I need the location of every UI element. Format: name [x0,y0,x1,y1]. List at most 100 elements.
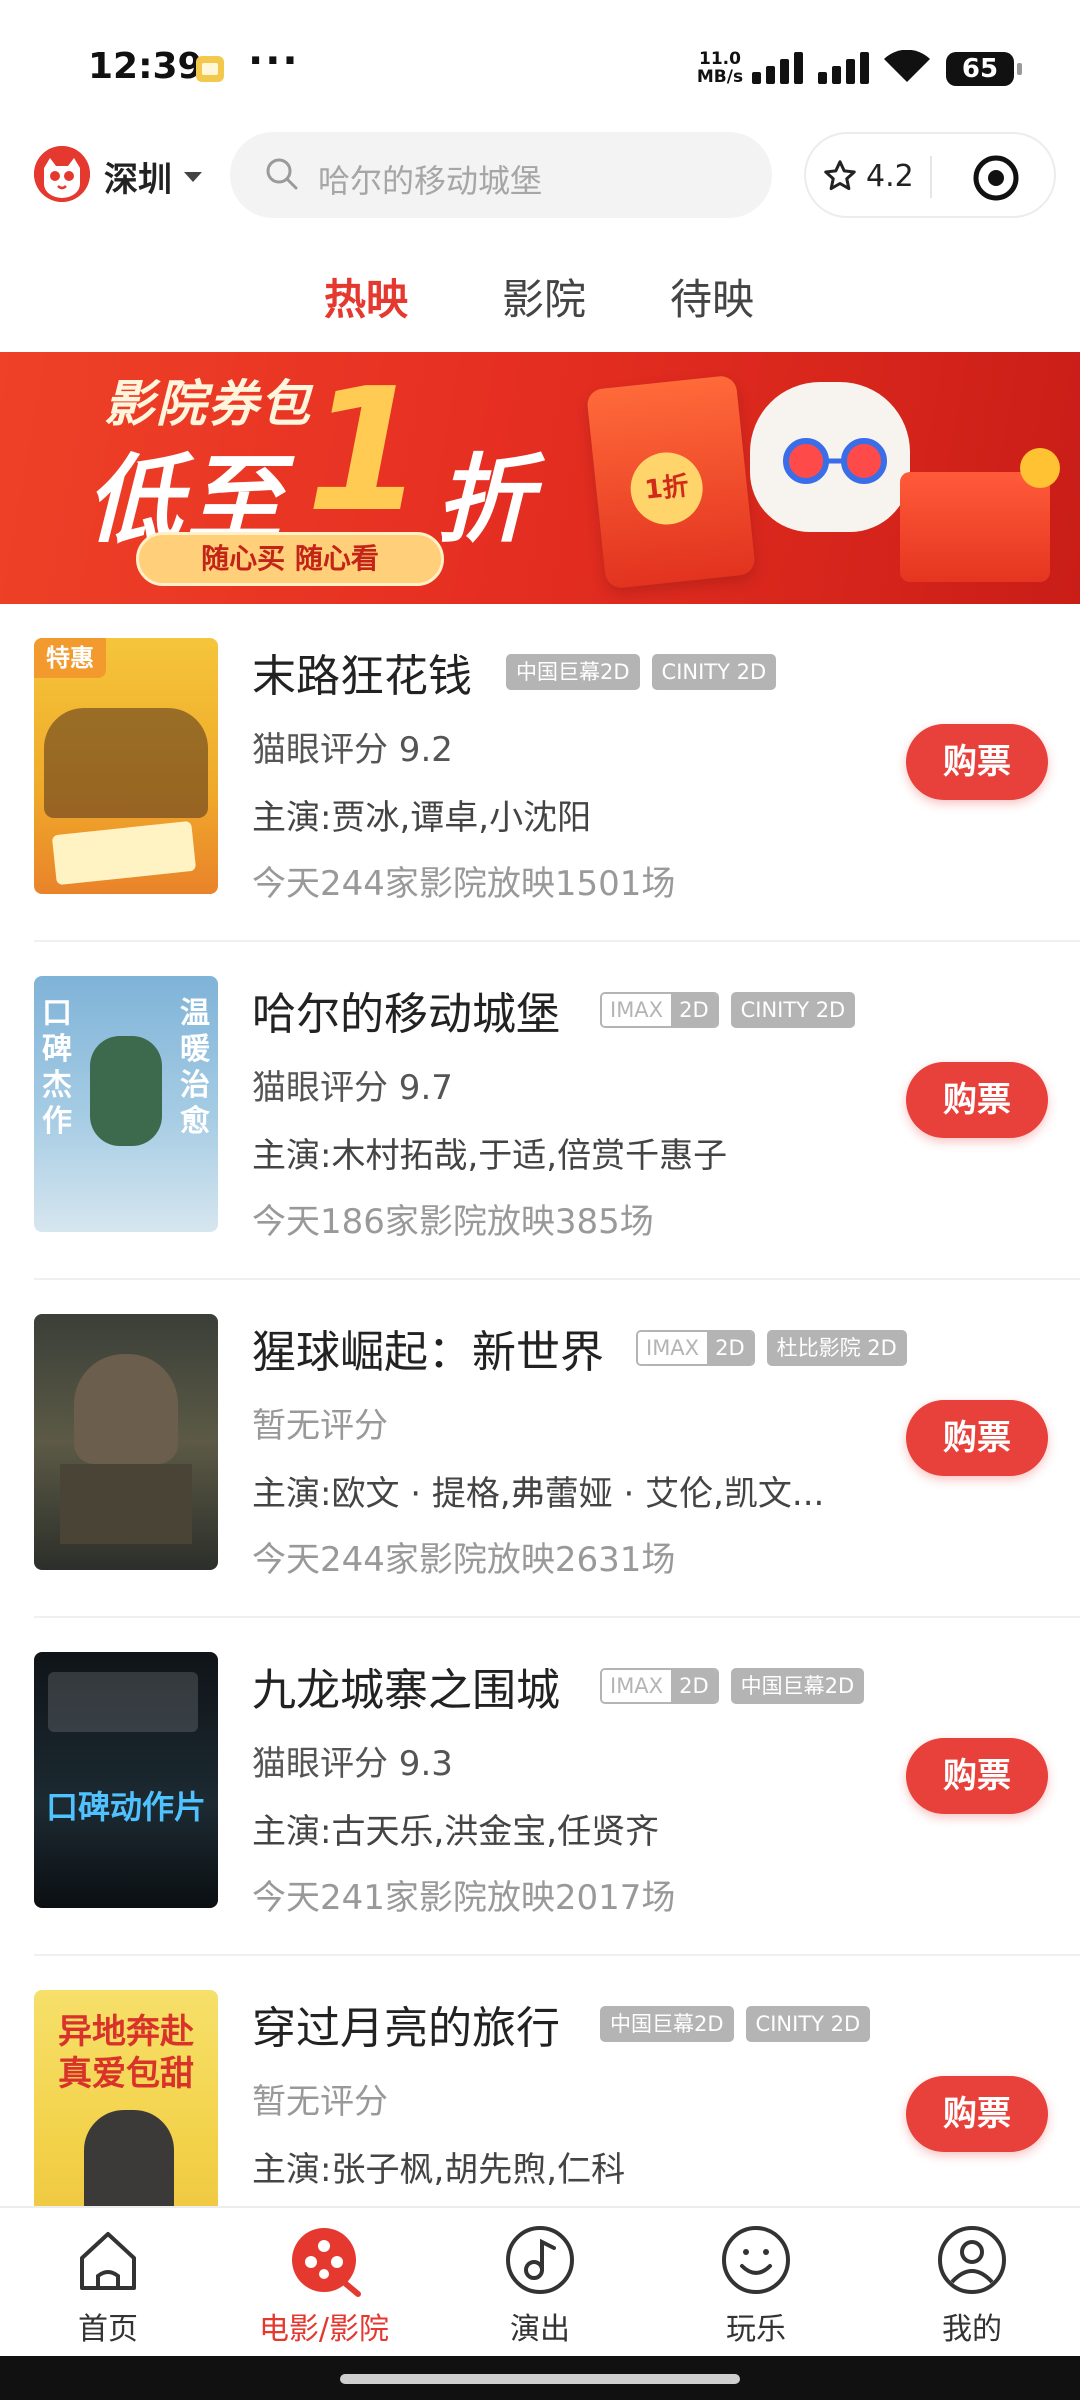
imax-tag-format: 2D [671,1670,717,1702]
film-reel-icon [292,2228,361,2297]
nav-movies[interactable]: 电影/影院 [244,2220,404,2348]
movie-item[interactable]: 口碑动作片 九龙城寨之围城 IMAX 2D 中国巨幕2D 猫眼评分 9.3 主演:… [0,1618,1080,1956]
movie-showtimes: 今天186家影院放映385场 [252,1202,654,1242]
tab-cinemas[interactable]: 影院 [502,266,586,327]
banner-discount-number: 1 [306,352,425,550]
header: 深圳 哈尔的移动城堡 4.2 [0,128,1080,232]
poster-text: 口碑动作片 [45,1788,206,1826]
nav-shows[interactable]: 演出 [460,2220,620,2348]
imax-tag-label: IMAX [602,1670,672,1702]
movie-score: 猫眼评分 9.3 [252,1744,453,1784]
mini-program-capsule: 4.2 [804,132,1056,218]
movie-cast: 主演:贾冰,谭卓,小沈阳 [252,798,592,838]
imax-tag: IMAX 2D [600,1668,719,1704]
profile-icon [938,2226,1006,2294]
music-note-icon [506,2226,574,2294]
format-tag: CINITY 2D [651,654,777,690]
movie-title[interactable]: 哈尔的移动城堡 [252,978,560,1042]
capsule-divider [930,156,932,198]
imax-tag-format: 2D [671,994,717,1026]
movie-showtimes: 今天244家影院放映1501场 [252,864,676,904]
search-bar[interactable]: 哈尔的移动城堡 [230,132,772,218]
movie-item[interactable]: 口碑杰作 温暖治愈 哈尔的移动城堡 IMAX 2D CINITY 2D 猫眼评分 … [0,942,1080,1280]
nav-fun[interactable]: 玩乐 [676,2220,836,2348]
search-placeholder: 哈尔的移动城堡 [318,162,543,200]
buy-ticket-button[interactable]: 购票 [906,724,1048,800]
movie-score: 暂无评分 [252,2082,388,2122]
nav-shows-label: 演出 [510,2312,570,2347]
red-envelope-icon: 1折 [585,374,757,590]
imax-tag-label: IMAX [638,1332,708,1364]
movie-showtimes: 今天244家影院放映2631场 [252,1540,676,1580]
buy-ticket-button[interactable]: 购票 [906,1062,1048,1138]
movie-title[interactable]: 末路狂花钱 [252,640,472,704]
tab-now-showing[interactable]: 热映 [324,266,408,327]
city-selector[interactable]: 深圳 [104,152,172,201]
notification-icon [196,56,224,82]
nav-home[interactable]: 首页 [28,2220,188,2348]
movie-score: 猫眼评分 9.7 [252,1068,453,1108]
nav-profile-label: 我的 [942,2312,1002,2347]
poster-text-right: 温暖治愈 [180,996,210,1139]
signal-icon [752,50,803,84]
signal-icon-2 [818,50,869,84]
movie-showtimes: 今天241家影院放映2017场 [252,1878,676,1918]
imax-tag-label: IMAX [602,994,672,1026]
tab-coming-soon[interactable]: 待映 [670,266,754,327]
smile-icon [722,2226,790,2294]
imax-tag: IMAX 2D [636,1330,755,1366]
movie-cast: 主演:张子枫,胡先煦,仁科 [252,2150,626,2190]
tab-bar: 热映 影院 待映 [0,232,1080,352]
movie-title[interactable]: 穿过月亮的旅行 [252,1992,560,2056]
rating-value: 4.2 [866,158,914,194]
banner-cta[interactable]: 随心买 随心看 [136,532,444,586]
format-tag: 中国巨幕2D [730,1668,865,1704]
format-tag: CINITY 2D [745,2006,871,2042]
target-icon[interactable] [972,154,1020,202]
rating-button[interactable]: 4.2 [822,152,914,200]
status-bar: 12:39 ··· 11.0 MB/s 65 [0,0,1080,120]
movie-poster[interactable]: 口碑杰作 温暖治愈 [34,976,218,1232]
format-tag: CINITY 2D [730,992,856,1028]
battery-icon: 65 [946,52,1022,86]
movie-cast: 主演:木村拓哉,于适,倍赏千惠子 [252,1136,728,1176]
buy-ticket-button[interactable]: 购票 [906,1738,1048,1814]
nav-profile[interactable]: 我的 [892,2220,1052,2348]
wifi-icon [884,50,930,82]
format-tags: IMAX 2D 杜比影院 2D [636,1330,907,1366]
home-indicator[interactable] [340,2374,740,2384]
movie-score: 暂无评分 [252,1406,388,1446]
nav-home-label: 首页 [78,2312,138,2347]
format-tag: 杜比影院 2D [766,1330,907,1366]
chevron-down-icon[interactable] [184,172,202,182]
poster-text-left: 口碑杰作 [42,996,72,1139]
coin-icon [1020,448,1060,488]
format-tags: IMAX 2D CINITY 2D [600,992,856,1028]
movie-item[interactable]: 特惠 末路狂花钱 中国巨幕2D CINITY 2D 猫眼评分 9.2 主演:贾冰… [0,604,1080,942]
more-notifications-icon: ··· [248,38,300,84]
movie-cast: 主演:古天乐,洪金宝,任贤齐 [252,1812,660,1852]
buy-ticket-button[interactable]: 购票 [906,2076,1048,2152]
movie-item[interactable]: 猩球崛起：新世界 IMAX 2D 杜比影院 2D 暂无评分 主演:欧文 · 提格,… [0,1280,1080,1618]
imax-tag-format: 2D [707,1332,753,1364]
envelope-label: 1折 [627,448,707,529]
buy-ticket-button[interactable]: 购票 [906,1400,1048,1476]
glasses-icon [783,438,887,484]
special-offer-badge: 特惠 [34,638,106,678]
nav-fun-label: 玩乐 [726,2312,786,2347]
network-speed-unit: MB/s [696,67,744,87]
promo-banner[interactable]: 影院券包 低至折 1 随心买 随心看 1折 [0,352,1080,604]
movie-cast: 主演:欧文 · 提格,弗蕾娅 · 艾伦,凯文... [252,1474,825,1514]
home-icon [80,2232,136,2290]
search-icon [266,158,298,190]
maoyan-cat-logo[interactable] [34,146,90,202]
movie-title[interactable]: 猩球崛起：新世界 [252,1316,604,1380]
poster-text-line2: 真爱包甜 [58,2054,194,2094]
network-speed: 11.0 MB/s [696,50,744,86]
movie-title[interactable]: 九龙城寨之围城 [252,1654,560,1718]
gift-box-image [900,472,1050,582]
movie-poster[interactable]: 口碑动作片 [34,1652,218,1908]
network-speed-value: 11.0 [699,49,741,69]
format-tag: 中国巨幕2D [600,2006,734,2042]
movie-poster[interactable] [34,1314,218,1570]
